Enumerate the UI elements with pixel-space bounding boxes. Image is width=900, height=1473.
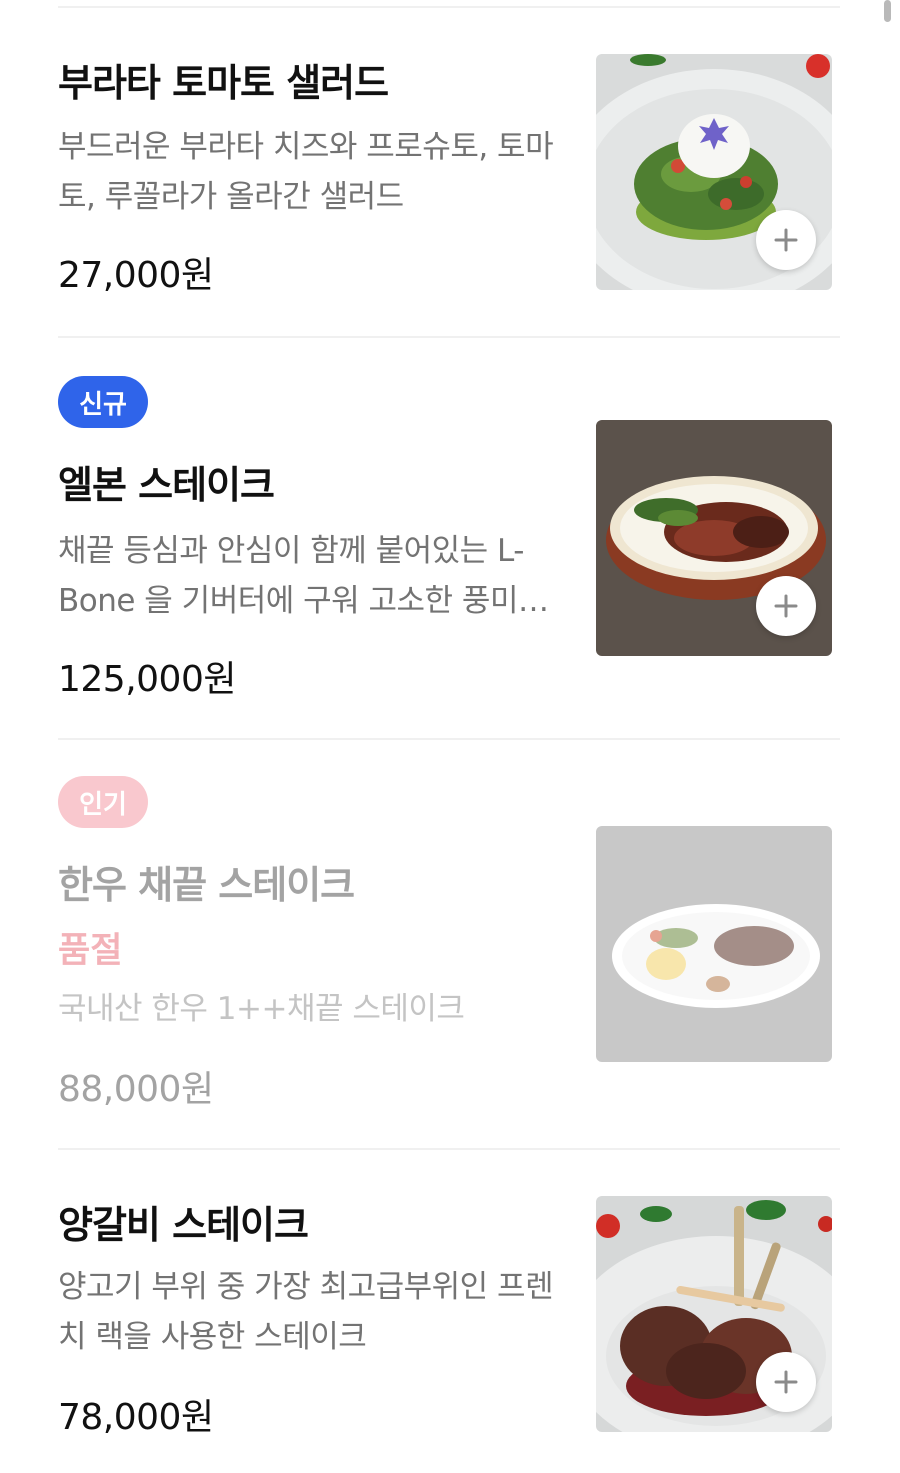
- menu-item-photo: [596, 1196, 832, 1432]
- menu-item-title: 엘본 스테이크: [58, 463, 275, 507]
- menu-item-description: 부드러운 부라타 치즈와 프로슈토, 토마토, 루꼴라가 올라간 샐러드: [58, 129, 554, 215]
- menu-item-lamb-steak[interactable]: 양갈비 스테이크 양고기 부위 중 가장 최고급부위인 프렌치 랙을 사용한 스…: [0, 1150, 900, 1473]
- menu-item-hanwoo-steak[interactable]: 인기 한우 채끝 스테이크 품절 국내산 한우 1++채끝 스테이크 88,00…: [0, 740, 900, 1150]
- popular-badge: 인기: [58, 776, 148, 828]
- menu-item-title: 양갈비 스테이크: [58, 1203, 309, 1247]
- add-to-cart-button[interactable]: [756, 1352, 816, 1412]
- add-to-cart-button[interactable]: [756, 210, 816, 270]
- menu-item-burrata-salad[interactable]: 부라타 토마토 샐러드 부드러운 부라타 치즈와 프로슈토, 토마토, 루꼴라가…: [0, 0, 900, 340]
- menu-item-price: 88,000원: [58, 1069, 214, 1110]
- sold-out-label: 품절: [58, 931, 123, 971]
- menu-item-photo: [596, 826, 832, 1062]
- plus-icon: [774, 594, 798, 618]
- menu-item-title: 한우 채끝 스테이크: [58, 863, 355, 907]
- menu-item-description: 채끝 등심과 안심이 함께 붙어있는 L-Bone 을 기버터에 구워 고소한 …: [58, 533, 549, 619]
- add-to-cart-button[interactable]: [756, 576, 816, 636]
- menu-item-photo: [596, 54, 832, 290]
- menu-item-price: 27,000원: [58, 255, 214, 296]
- menu-item-lbone-steak[interactable]: 신규 엘본 스테이크 채끝 등심과 안심이 함께 붙어있는 L-Bone 을 기…: [0, 340, 900, 740]
- plus-icon: [774, 1370, 798, 1394]
- menu-item-price: 125,000원: [58, 659, 237, 700]
- menu-item-title: 부라타 토마토 샐러드: [58, 61, 389, 105]
- menu-item-price: 78,000원: [58, 1397, 214, 1438]
- divider: [58, 336, 840, 338]
- new-badge: 신규: [58, 376, 148, 428]
- menu-item-description: 양고기 부위 중 가장 최고급부위인 프렌치 랙을 사용한 스테이크: [58, 1269, 554, 1355]
- plus-icon: [774, 228, 798, 252]
- menu-item-description: 국내산 한우 1++채끝 스테이크: [58, 991, 465, 1027]
- menu-item-photo: [596, 420, 832, 656]
